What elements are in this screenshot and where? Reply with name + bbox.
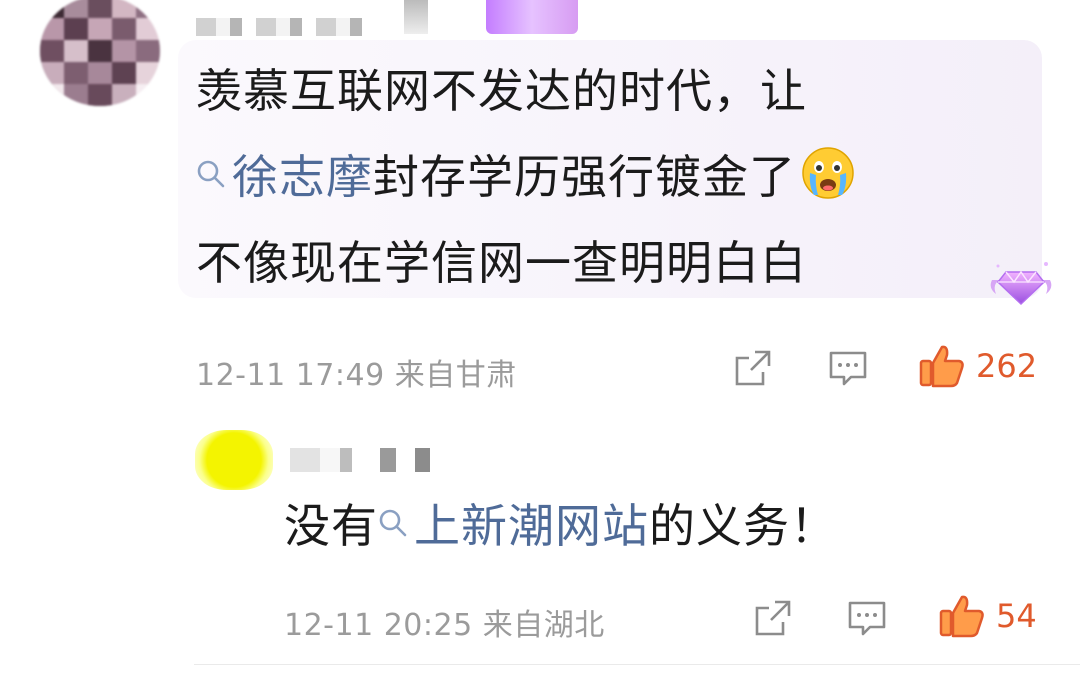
reply-timestamp: 12-11 20:25 xyxy=(284,608,473,643)
comment-line-2-rest: 封存学历强行镀金了 xyxy=(373,150,796,204)
topic-link-new-websites[interactable]: 上新潮网站 xyxy=(414,499,649,553)
share-button[interactable] xyxy=(733,348,773,388)
reply-like-count: 54 xyxy=(996,597,1037,635)
comment-icon xyxy=(829,351,867,386)
reply-text: 没有 上新潮网站的义务！ xyxy=(284,494,837,558)
crying-face-emoji-icon xyxy=(802,147,854,199)
comment-text: 羡慕互联网不发达的时代，让 徐志摩封存学历强行镀金了 不像现在学信网一查明明白白 xyxy=(196,48,1036,306)
vip-diamond-badge-icon xyxy=(990,262,1052,306)
comment-meta: 12-11 17:49 来自甘肃 xyxy=(196,350,517,394)
comment-icon xyxy=(848,601,886,636)
reply-meta: 12-11 20:25 来自湖北 xyxy=(284,600,605,644)
comment-line-1: 羡慕互联网不发达的时代，让 xyxy=(196,64,807,118)
commenter-name-blurred-2 xyxy=(404,0,428,34)
share-icon xyxy=(755,600,791,636)
reply-location: 来自湖北 xyxy=(482,608,605,643)
reply-like-button[interactable]: 54 xyxy=(938,593,1037,639)
replier-name-blurred[interactable] xyxy=(290,448,430,472)
topic-link-xu-zhimo[interactable]: 徐志摩 xyxy=(232,150,373,204)
search-icon[interactable] xyxy=(196,153,228,195)
like-count: 262 xyxy=(976,347,1038,385)
divider xyxy=(194,664,1080,665)
comment-location: 来自甘肃 xyxy=(394,358,517,393)
commenter-avatar[interactable] xyxy=(40,0,160,106)
reply-comment-button[interactable] xyxy=(847,598,887,638)
replier-avatar[interactable] xyxy=(195,430,273,490)
comment-line-2: 徐志摩封存学历强行镀金了 xyxy=(196,134,1036,220)
search-icon[interactable] xyxy=(378,502,410,544)
comment-line-3: 不像现在学信网一查明明白白 xyxy=(196,236,807,290)
comment-timestamp: 12-11 17:49 xyxy=(196,358,385,393)
commenter-badge-blurred xyxy=(486,0,578,34)
commenter-name-blurred[interactable] xyxy=(196,18,376,36)
reply-suffix: 的义务！ xyxy=(649,499,837,553)
like-button[interactable]: 262 xyxy=(918,343,1037,389)
thumbs-up-icon xyxy=(919,345,964,388)
thumbs-up-icon xyxy=(939,595,984,638)
reply-prefix: 没有 xyxy=(284,499,378,553)
comment-button[interactable] xyxy=(828,348,868,388)
reply-share-button[interactable] xyxy=(753,598,793,638)
share-icon xyxy=(735,350,771,386)
